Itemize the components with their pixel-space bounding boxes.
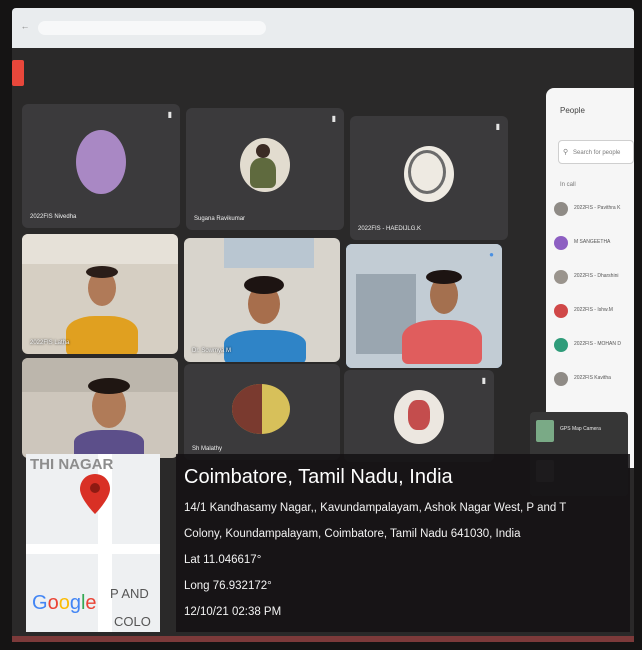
location-map: THI NAGAR P AND COLO Google xyxy=(26,454,160,632)
participant-name: 2022FIS Nivedha xyxy=(30,214,77,220)
people-name: 2022FIS - Ishw.M xyxy=(574,307,613,313)
participant-tile[interactable]: ▮ 2022FIS - HAEDIJLG.K xyxy=(350,116,508,240)
gps-address-line: Colony, Koundampalayam, Coimbatore, Tami… xyxy=(184,528,521,540)
participant-avatar xyxy=(232,384,290,434)
people-name: M SANGEETHA xyxy=(574,239,611,245)
participant-name: Sugana Ravikumar xyxy=(194,216,246,222)
participant-name: Dr. Sowmya M xyxy=(192,348,232,354)
map-pin-icon xyxy=(80,474,110,514)
people-list-item[interactable]: M SANGEETHA xyxy=(554,234,634,254)
desk-reflection xyxy=(12,636,634,642)
speaking-icon: ● xyxy=(489,250,494,259)
notification-text: GPS Map Camera xyxy=(560,426,601,432)
people-list-item[interactable]: 2022FIS Kavitha xyxy=(554,370,634,390)
map-road xyxy=(26,544,160,554)
avatar xyxy=(554,338,568,352)
people-list-item[interactable]: 2022FIS - Pavithra K xyxy=(554,200,634,220)
map-area-label: THI NAGAR xyxy=(30,456,114,473)
participant-avatar xyxy=(76,130,126,194)
participant-tile[interactable]: Sh Malathy xyxy=(184,364,340,460)
mic-off-icon: ▮ xyxy=(331,114,336,123)
avatar xyxy=(554,202,568,216)
participant-avatar xyxy=(394,390,444,444)
participant-tile[interactable]: ▮ 2022FIS Nivedha xyxy=(22,104,180,228)
people-name: 2022FIS Kavitha xyxy=(574,375,611,381)
recording-indicator xyxy=(12,60,24,86)
avatar xyxy=(554,372,568,386)
mic-off-icon: ▮ xyxy=(481,376,486,385)
browser-toolbar: ← xyxy=(12,8,634,48)
gps-info-overlay: Coimbatore, Tamil Nadu, India 14/1 Kandh… xyxy=(176,454,630,632)
google-logo: Google xyxy=(32,592,97,614)
gps-camera-app-icon xyxy=(536,420,554,442)
people-name: 2022FIS - Pavithra K xyxy=(574,205,621,211)
participant-video-tile[interactable] xyxy=(22,358,178,458)
mic-off-icon: ▮ xyxy=(167,110,172,119)
map-area-label: P AND xyxy=(110,586,149,601)
participant-name: 2022FIS Latha xyxy=(30,340,70,346)
search-icon: ⚲ xyxy=(563,149,569,156)
avatar xyxy=(554,270,568,284)
avatar xyxy=(554,304,568,318)
avatar xyxy=(554,236,568,250)
map-area-label: COLO xyxy=(114,614,151,629)
people-panel: People ⚲ Search for people In call 2022F… xyxy=(546,88,634,468)
participant-video-tile[interactable]: 2022FIS Latha xyxy=(22,234,178,354)
gps-latitude: Lat 11.046617° xyxy=(184,554,262,566)
participant-tile[interactable]: ▮ xyxy=(344,370,494,462)
participant-avatar xyxy=(404,146,454,202)
mic-off-icon: ▮ xyxy=(495,122,500,131)
people-name: 2022FIS - MOHAN D xyxy=(574,341,621,347)
people-panel-title: People xyxy=(560,106,585,115)
participant-avatar xyxy=(240,138,290,192)
gps-longitude: Long 76.932172° xyxy=(184,580,272,592)
participant-video-tile[interactable]: Dr. Sowmya M xyxy=(184,238,340,362)
people-list-item[interactable]: 2022FIS - Dharshini xyxy=(554,268,634,288)
address-bar[interactable] xyxy=(38,21,266,35)
back-icon[interactable]: ← xyxy=(20,21,30,31)
people-name: 2022FIS - Dharshini xyxy=(574,273,619,279)
gps-city: Coimbatore, Tamil Nadu, India xyxy=(184,466,453,488)
gps-address-line: 14/1 Kandhasamy Nagar,, Kavundampalayam,… xyxy=(184,502,567,514)
participant-tile[interactable]: ▮ Sugana Ravikumar xyxy=(186,108,344,230)
participant-name: 2022FIS - HAEDIJLG.K xyxy=(358,226,422,232)
people-search-input[interactable]: ⚲ Search for people xyxy=(558,140,634,164)
people-list-item[interactable]: 2022FIS - MOHAN D xyxy=(554,336,634,356)
gps-datetime: 12/10/21 02:38 PM xyxy=(184,606,282,618)
people-list-item[interactable]: 2022FIS - Ishw.M xyxy=(554,302,634,322)
participant-video-tile-active[interactable]: ● xyxy=(346,244,502,368)
people-section-label: In call xyxy=(560,182,576,188)
participant-name: Sh Malathy xyxy=(192,446,223,452)
